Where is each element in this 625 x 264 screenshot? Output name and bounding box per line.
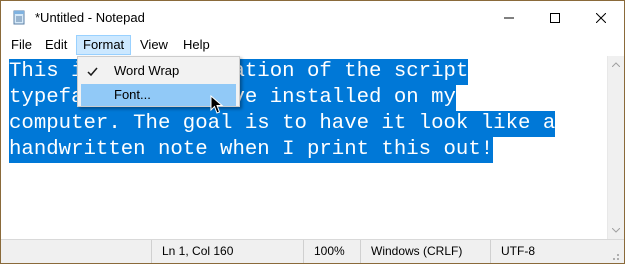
- menu-bar: File Edit Format View Help: [1, 34, 624, 56]
- notepad-window: *Untitled - Notepad File Edit Format Vie…: [0, 0, 625, 264]
- menu-item-label: Word Wrap: [114, 63, 180, 78]
- close-icon: [596, 12, 606, 23]
- status-position: Ln 1, Col 160: [151, 240, 233, 263]
- menu-help[interactable]: Help: [177, 35, 216, 55]
- chevron-down-icon: [612, 228, 620, 233]
- chevron-up-icon: [612, 62, 620, 67]
- scroll-up-button[interactable]: [608, 56, 624, 73]
- window-title: *Untitled - Notepad: [35, 10, 145, 25]
- maximize-icon: [550, 12, 560, 23]
- title-bar[interactable]: *Untitled - Notepad: [1, 1, 624, 34]
- close-button[interactable]: [578, 1, 624, 34]
- scroll-down-button[interactable]: [608, 222, 624, 239]
- vertical-scrollbar[interactable]: [607, 56, 624, 239]
- menu-file[interactable]: File: [5, 35, 38, 55]
- menu-format[interactable]: Format: [76, 35, 132, 55]
- maximize-button[interactable]: [532, 1, 578, 34]
- status-bar: Ln 1, Col 160 100% Windows (CRLF) UTF-8: [1, 239, 624, 263]
- status-line-ending: Windows (CRLF): [360, 240, 462, 263]
- text-line: handwritten note when I print this out!: [9, 137, 494, 163]
- menu-item-label: Font...: [114, 87, 151, 102]
- resize-grip-icon[interactable]: [607, 248, 621, 262]
- minimize-button[interactable]: [486, 1, 532, 34]
- checkmark-icon: [86, 64, 100, 78]
- minimize-icon: [504, 17, 514, 18]
- menu-edit[interactable]: Edit: [39, 35, 73, 55]
- menu-item-word-wrap[interactable]: Word Wrap: [81, 60, 236, 82]
- status-encoding: UTF-8: [490, 240, 535, 263]
- status-zoom: 100%: [303, 240, 345, 263]
- text-line: computer. The goal is to have it look li…: [9, 111, 556, 137]
- notepad-icon[interactable]: [11, 9, 27, 25]
- menu-view[interactable]: View: [134, 35, 174, 55]
- mouse-cursor-icon: [210, 94, 224, 115]
